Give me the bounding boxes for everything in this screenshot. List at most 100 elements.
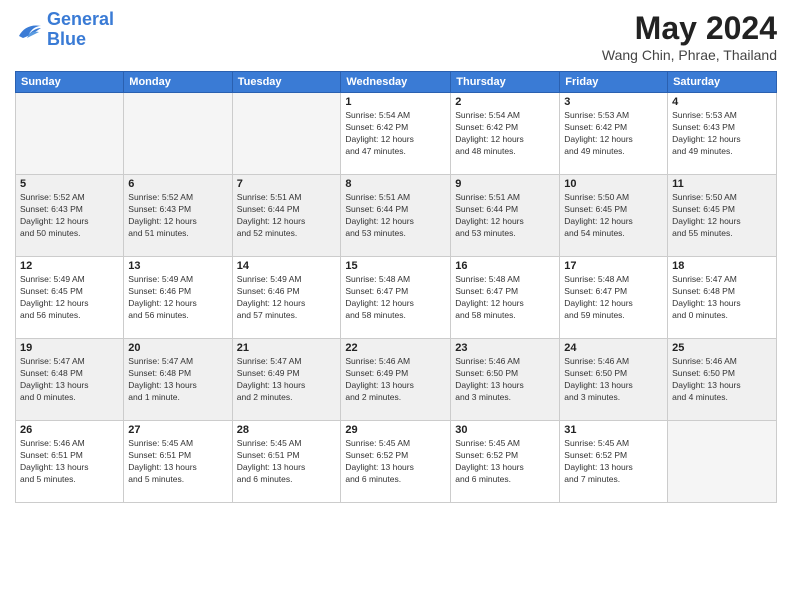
month-title: May 2024 [602,10,777,47]
table-row [668,421,777,503]
table-row: 17Sunrise: 5:48 AMSunset: 6:47 PMDayligh… [560,257,668,339]
header-sunday: Sunday [16,72,124,93]
table-row: 19 Sunrise: 5:47 AMSunset: 6:48 PMDayligh… [16,339,124,421]
day-info: Sunrise: 5:45 AMSunset: 6:51 PMDaylight:… [237,438,337,486]
day-info: Sunrise: 5:45 AMSunset: 6:51 PMDaylight:… [128,438,227,486]
day-number: 30 [455,424,555,436]
day-info: Sunrise: 5:46 AMSunset: 6:50 PMDaylight:… [564,356,663,404]
day-info: Sunrise: 5:53 AMSunset: 6:42 PMDaylight:… [564,110,663,158]
day-number: 1 [345,96,446,108]
calendar-header-row: Sunday Monday Tuesday Wednesday Thursday… [16,72,777,93]
day-info: Sunrise: 5:51 AMSunset: 6:44 PMDaylight:… [455,192,555,240]
logo: General Blue [15,10,114,50]
table-row: 18 Sunrise: 5:47 AMSunset: 6:48 PMDayligh… [668,257,777,339]
table-row: 27 Sunrise: 5:45 AMSunset: 6:51 PMDayligh… [124,421,232,503]
day-number: 22 [345,342,446,354]
title-block: May 2024 Wang Chin, Phrae, Thailand [602,10,777,63]
logo-line1: General [47,9,114,29]
calendar-week-row: 26 Sunrise: 5:46 AMSunset: 6:51 PMDayligh… [16,421,777,503]
table-row [124,93,232,175]
day-number: 27 [128,424,227,436]
header-saturday: Saturday [668,72,777,93]
logo-line2: Blue [47,29,86,49]
day-number: 24 [564,342,663,354]
day-info: Sunrise: 5:46 AMSunset: 6:49 PMDaylight:… [345,356,446,404]
day-number: 19 [20,342,119,354]
day-info: Sunrise: 5:47 AMSunset: 6:48 PMDaylight:… [20,356,119,404]
day-info: Sunrise: 5:52 AMSunset: 6:43 PMDaylight:… [20,192,119,240]
day-number: 17 [564,260,663,272]
day-info: Sunrise: 5:54 AMSunset: 6:42 PMDaylight:… [455,110,555,158]
day-info: Sunrise: 5:53 AMSunset: 6:43 PMDaylight:… [672,110,772,158]
table-row: 25 Sunrise: 5:46 AMSunset: 6:50 PMDayligh… [668,339,777,421]
table-row: 30 Sunrise: 5:45 AMSunset: 6:52 PMDayligh… [451,421,560,503]
logo-icon [15,18,43,42]
day-info: Sunrise: 5:54 AMSunset: 6:42 PMDaylight:… [345,110,446,158]
day-number: 11 [672,178,772,190]
calendar-week-row: 1 Sunrise: 5:54 AMSunset: 6:42 PMDaylight… [16,93,777,175]
day-number: 5 [20,178,119,190]
day-info: Sunrise: 5:49 AMSunset: 6:46 PMDaylight:… [128,274,227,322]
day-number: 16 [455,260,555,272]
header: General Blue May 2024 Wang Chin, Phrae, … [15,10,777,63]
table-row: 15 Sunrise: 5:48 AMSunset: 6:47 PMDayligh… [341,257,451,339]
location: Wang Chin, Phrae, Thailand [602,47,777,63]
day-number: 13 [128,260,227,272]
header-thursday: Thursday [451,72,560,93]
day-info: Sunrise: 5:47 AMSunset: 6:48 PMDaylight:… [128,356,227,404]
header-tuesday: Tuesday [232,72,341,93]
table-row: 7Sunrise: 5:51 AMSunset: 6:44 PMDaylight… [232,175,341,257]
day-number: 28 [237,424,337,436]
table-row: 23 Sunrise: 5:46 AMSunset: 6:50 PMDayligh… [451,339,560,421]
calendar-week-row: 19 Sunrise: 5:47 AMSunset: 6:48 PMDayligh… [16,339,777,421]
table-row [16,93,124,175]
day-number: 10 [564,178,663,190]
table-row: 16 Sunrise: 5:48 AMSunset: 6:47 PMDayligh… [451,257,560,339]
day-info: Sunrise: 5:46 AMSunset: 6:51 PMDaylight:… [20,438,119,486]
table-row [232,93,341,175]
day-number: 23 [455,342,555,354]
day-number: 31 [564,424,663,436]
table-row: 13 Sunrise: 5:49 AMSunset: 6:46 PMDayligh… [124,257,232,339]
day-info: Sunrise: 5:48 AMSunset: 6:47 PMDaylight:… [455,274,555,322]
table-row: 14Sunrise: 5:49 AMSunset: 6:46 PMDayligh… [232,257,341,339]
day-info: Sunrise: 5:48 AMSunset: 6:47 PMDaylight:… [345,274,446,322]
calendar-table: Sunday Monday Tuesday Wednesday Thursday… [15,71,777,503]
day-number: 18 [672,260,772,272]
day-info: Sunrise: 5:51 AMSunset: 6:44 PMDaylight:… [237,192,337,240]
table-row: 12Sunrise: 5:49 AMSunset: 6:45 PMDayligh… [16,257,124,339]
calendar-week-row: 5 Sunrise: 5:52 AMSunset: 6:43 PMDaylight… [16,175,777,257]
day-number: 14 [237,260,337,272]
day-info: Sunrise: 5:52 AMSunset: 6:43 PMDaylight:… [128,192,227,240]
day-number: 15 [345,260,446,272]
table-row: 28 Sunrise: 5:45 AMSunset: 6:51 PMDayligh… [232,421,341,503]
day-info: Sunrise: 5:49 AMSunset: 6:45 PMDaylight:… [20,274,119,322]
table-row: 31Sunrise: 5:45 AMSunset: 6:52 PMDayligh… [560,421,668,503]
header-monday: Monday [124,72,232,93]
table-row: 21Sunrise: 5:47 AMSunset: 6:49 PMDayligh… [232,339,341,421]
day-info: Sunrise: 5:51 AMSunset: 6:44 PMDaylight:… [345,192,446,240]
day-number: 9 [455,178,555,190]
day-info: Sunrise: 5:46 AMSunset: 6:50 PMDaylight:… [672,356,772,404]
table-row: 4Sunrise: 5:53 AMSunset: 6:43 PMDaylight… [668,93,777,175]
calendar-week-row: 12Sunrise: 5:49 AMSunset: 6:45 PMDayligh… [16,257,777,339]
day-info: Sunrise: 5:47 AMSunset: 6:48 PMDaylight:… [672,274,772,322]
table-row: 10 Sunrise: 5:50 AMSunset: 6:45 PMDayligh… [560,175,668,257]
day-number: 6 [128,178,227,190]
table-row: 1 Sunrise: 5:54 AMSunset: 6:42 PMDaylight… [341,93,451,175]
day-number: 29 [345,424,446,436]
table-row: 5 Sunrise: 5:52 AMSunset: 6:43 PMDaylight… [16,175,124,257]
header-friday: Friday [560,72,668,93]
day-number: 20 [128,342,227,354]
day-info: Sunrise: 5:45 AMSunset: 6:52 PMDaylight:… [455,438,555,486]
day-number: 26 [20,424,119,436]
day-info: Sunrise: 5:50 AMSunset: 6:45 PMDaylight:… [564,192,663,240]
table-row: 22 Sunrise: 5:46 AMSunset: 6:49 PMDayligh… [341,339,451,421]
header-wednesday: Wednesday [341,72,451,93]
day-number: 25 [672,342,772,354]
logo-text: General Blue [47,10,114,50]
table-row: 26 Sunrise: 5:46 AMSunset: 6:51 PMDayligh… [16,421,124,503]
table-row: 8Sunrise: 5:51 AMSunset: 6:44 PMDaylight… [341,175,451,257]
day-number: 3 [564,96,663,108]
day-info: Sunrise: 5:46 AMSunset: 6:50 PMDaylight:… [455,356,555,404]
